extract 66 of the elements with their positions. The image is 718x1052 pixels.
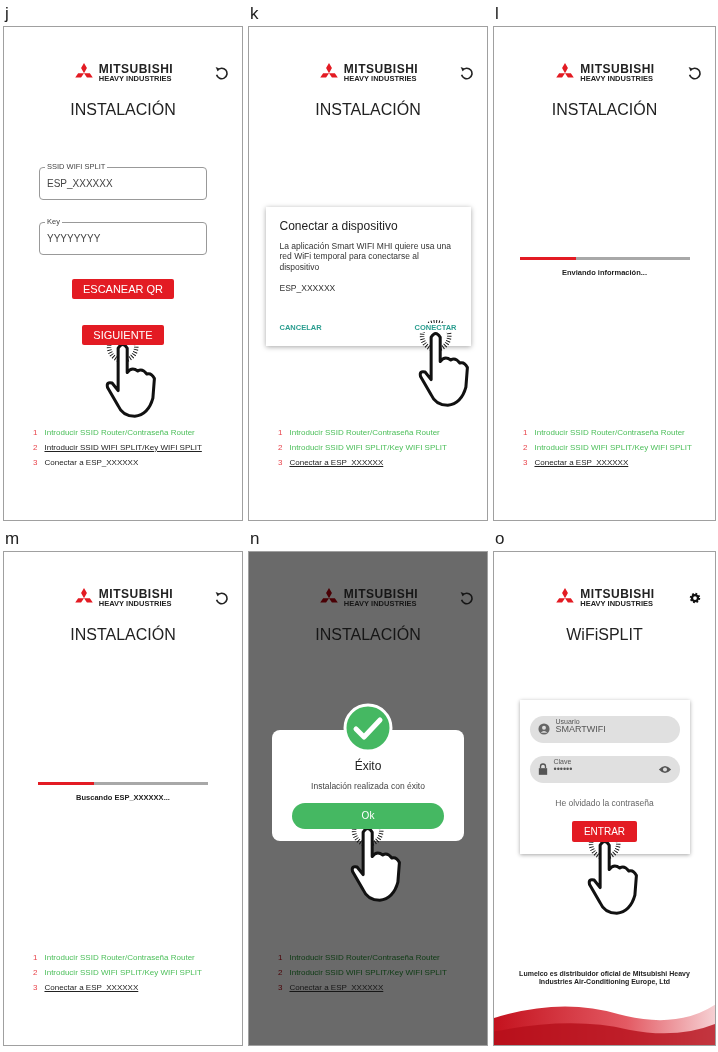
step-text: Introducir SSID Router/Contraseña Router	[534, 427, 685, 438]
refresh-icon[interactable]	[214, 590, 228, 605]
step-text: Introducir SSID Router/Contraseña Router	[289, 427, 440, 438]
step-text: Conectar a ESP_XXXXXX	[44, 457, 139, 468]
panel-letter: l	[494, 4, 499, 25]
screen-title: INSTALACIÓN	[314, 100, 422, 119]
step-text: Introducir SSID WIFI SPLIT/Key WIFI SPLIT	[44, 442, 202, 453]
step-number: 1	[278, 427, 283, 438]
step-number: 2	[33, 967, 38, 978]
step-number: 2	[278, 967, 283, 978]
step-text: Conectar a ESP_XXXXXX	[534, 457, 629, 468]
panel-letter: m	[4, 529, 20, 550]
panel-letter: j	[3, 4, 9, 25]
network-name: ESP_XXXXXX	[279, 283, 337, 294]
logo-wordmark: MITSUBISHI	[343, 588, 419, 600]
step-text: Introducir SSID Router/Contraseña Router	[289, 952, 440, 963]
step-text: Introducir SSID Router/Contraseña Router	[44, 952, 195, 963]
screen-title: WiFiSPLIT	[565, 625, 644, 644]
dialog-message: Instalación realizada con éxito	[311, 780, 425, 791]
screen-title: INSTALACIÓN	[314, 625, 422, 644]
step-text: Introducir SSID WIFI SPLIT/Key WIFI SPLIT	[289, 442, 447, 453]
step-text: Conectar a ESP_XXXXXX	[289, 982, 384, 993]
step-number: 3	[278, 982, 283, 993]
step-number: 1	[523, 427, 528, 438]
dialog-title: Éxito	[354, 758, 382, 773]
step-text: Conectar a ESP_XXXXXX	[289, 457, 384, 468]
step-number: 3	[33, 982, 38, 993]
action-button[interactable]: SIGUIENTE	[82, 324, 164, 345]
logo-wordmark: MITSUBISHI	[580, 588, 655, 600]
screen-title: INSTALACIÓN	[69, 625, 177, 644]
refresh-icon[interactable]	[459, 65, 473, 80]
logo-wordmark: MITSUBISHI	[98, 588, 174, 600]
step-text: Introducir SSID Router/Contraseña Router	[44, 427, 195, 438]
panel-letter: n	[249, 529, 260, 550]
person-icon	[537, 723, 550, 735]
login-button[interactable]: ENTRAR	[571, 820, 638, 842]
step-text: Introducir SSID WIFI SPLIT/Key WIFI SPLIT	[289, 967, 447, 978]
lock-icon	[537, 763, 548, 775]
step-number: 1	[278, 952, 283, 963]
logo-wordmark: MITSUBISHI	[343, 63, 419, 75]
dialog-title: Conectar a dispositivo	[279, 218, 399, 233]
step-number: 3	[523, 457, 528, 468]
dialog-message: La aplicación Smart WIFI MHI quiere usa una red WiFi temporal para conectarse al dispositivo	[279, 240, 452, 273]
step-text: Conectar a ESP_XXXXXX	[44, 982, 139, 993]
eye-icon[interactable]	[657, 764, 672, 774]
step-number: 2	[33, 442, 38, 453]
panel-letter: o	[494, 529, 505, 550]
step-number: 2	[523, 442, 528, 453]
panel-letter: k	[249, 4, 259, 25]
screen-title: INSTALACIÓN	[550, 100, 659, 119]
step-number: 3	[33, 457, 38, 468]
step-number: 1	[33, 427, 38, 438]
step-number: 2	[278, 442, 283, 453]
step-number: 1	[33, 952, 38, 963]
action-button[interactable]: ESCANEAR QR	[71, 278, 175, 299]
logo-wordmark: MITSUBISHI	[98, 63, 174, 75]
screen-title: INSTALACIÓN	[69, 100, 177, 119]
step-text: Introducir SSID WIFI SPLIT/Key WIFI SPLIT	[534, 442, 692, 453]
forgot-password-link[interactable]: He olvidado la contraseña	[555, 797, 654, 808]
settings-icon[interactable]	[689, 591, 701, 604]
ok-button[interactable]: Ok	[292, 802, 444, 829]
refresh-icon[interactable]	[214, 65, 228, 80]
step-number: 3	[278, 457, 283, 468]
step-text: Introducir SSID WIFI SPLIT/Key WIFI SPLIT	[44, 967, 202, 978]
refresh-icon[interactable]	[687, 65, 701, 80]
logo-wordmark: MITSUBISHI	[580, 63, 655, 75]
